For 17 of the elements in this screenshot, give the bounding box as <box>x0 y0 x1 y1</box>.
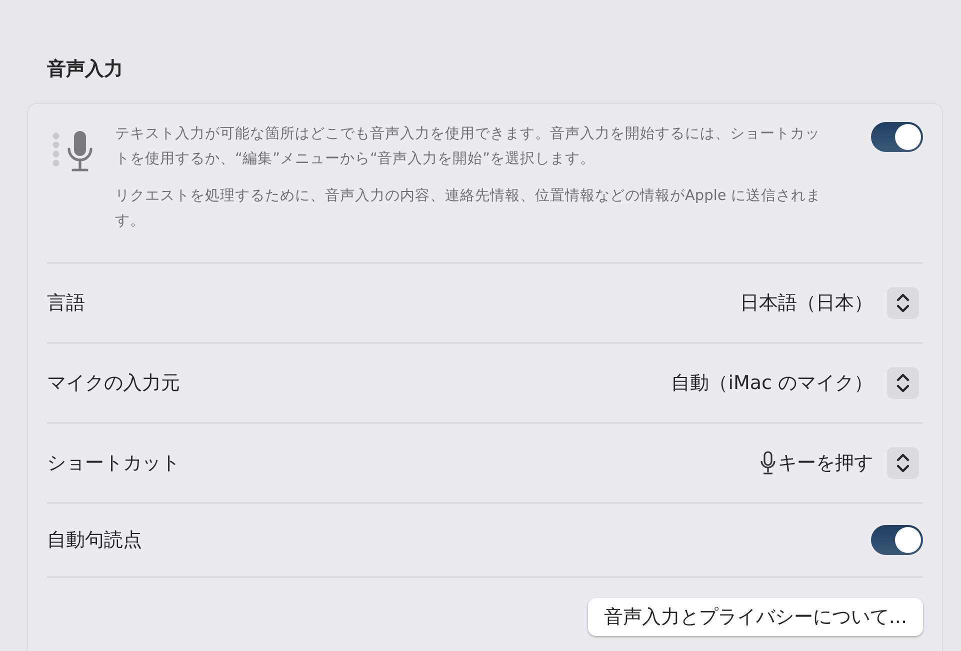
setting-label: 自動句読点 <box>47 528 142 553</box>
stepper-icon[interactable] <box>887 287 919 319</box>
microphone-icon <box>760 451 776 475</box>
toggle-switch[interactable] <box>871 122 923 152</box>
setting-label: マイクの入力元 <box>47 371 180 396</box>
description-text: テキスト入力が可能な箇所はどこでも音声入力を使用できます。音声入力を開始するには、ショートカットを使用するか、“編集”メニューから“音声入力を開始”を選択します。 <box>115 124 821 169</box>
description-text: リクエストを処理するために、音声入力の内容、連絡先情報、位置情報などの情報がApple に送信されます。 <box>115 186 822 231</box>
popup-value[interactable]: 自動（iMac のマイク） <box>671 370 873 396</box>
stepper-icon[interactable] <box>887 367 919 399</box>
popup-value[interactable]: 日本語（日本） <box>740 290 873 316</box>
popup-value[interactable]: キーを押す <box>778 450 873 476</box>
section-title: 音声入力 <box>46 57 124 82</box>
toggle-switch[interactable] <box>871 525 923 555</box>
setting-label: 言語 <box>47 291 85 316</box>
privacy-button[interactable]: 音声入力とプライバシーについて... <box>588 598 923 636</box>
setting-label: ショートカット <box>47 451 180 476</box>
stepper-icon[interactable] <box>887 447 919 479</box>
